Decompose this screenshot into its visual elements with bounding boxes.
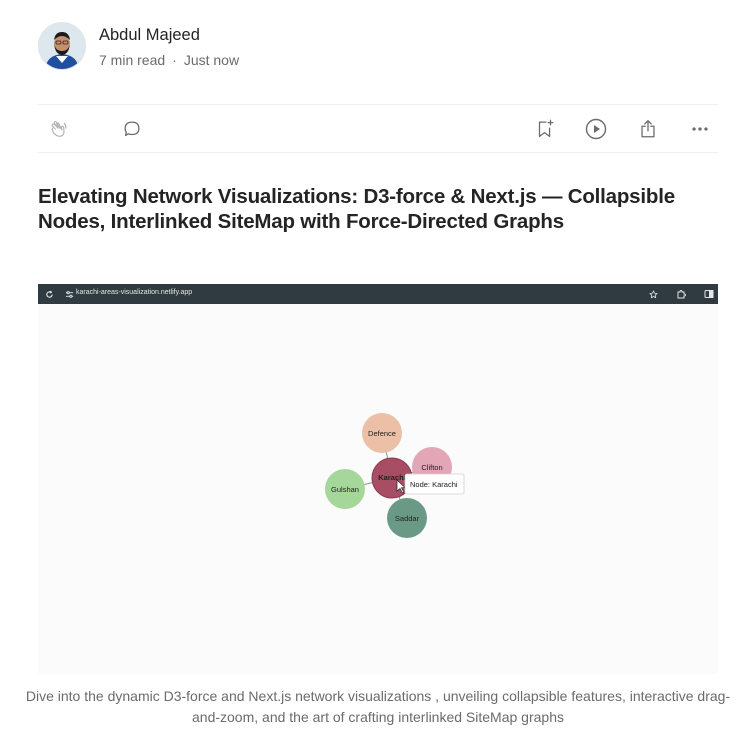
avatar[interactable] [38, 22, 86, 70]
share-icon[interactable] [636, 117, 660, 141]
graph-node-label: Karachi [378, 473, 406, 482]
read-time: 7 min read [99, 51, 166, 68]
article-image[interactable]: karachi-areas-visualization.netlify.app … [38, 284, 718, 674]
play-icon[interactable] [584, 117, 608, 141]
author-name[interactable]: Abdul Majeed [99, 24, 239, 46]
graph-node-label: Gulshan [331, 485, 359, 494]
meta-separator: · [172, 51, 177, 68]
comment-icon[interactable] [120, 117, 144, 141]
author-block: Abdul Majeed 7 min read · Just now [38, 22, 239, 70]
network-graph: Defence Clifton Karachi Gulshan Saddar N… [325, 413, 465, 538]
clap-icon[interactable] [47, 117, 71, 141]
article-title: Elevating Network Visualizations: D3-for… [38, 185, 675, 233]
graph-node-label: Clifton [421, 463, 442, 472]
more-icon[interactable] [688, 117, 712, 141]
graph-node-label: Defence [368, 429, 396, 438]
post-meta: 7 min read · Just now [99, 51, 239, 69]
action-bar [38, 104, 718, 153]
graph-node-label: Saddar [395, 514, 420, 523]
bookmark-add-icon[interactable] [533, 117, 557, 141]
node-tooltip: Node: Karachi [410, 480, 458, 489]
image-caption: Dive into the dynamic D3-force and Next.… [25, 688, 731, 725]
publish-date: Just now [183, 51, 240, 68]
